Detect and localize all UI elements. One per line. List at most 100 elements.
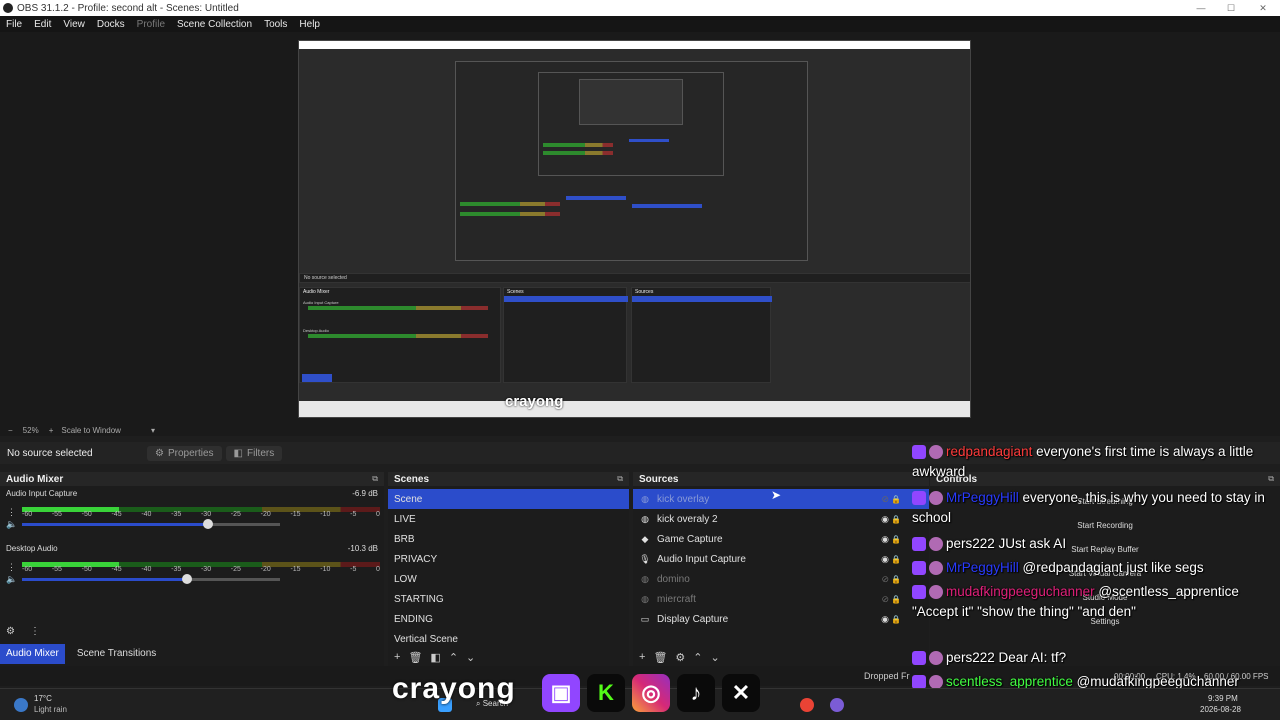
filter-icon: ◧ — [233, 447, 243, 459]
lock-icon[interactable]: 🔒 — [891, 615, 901, 624]
move-up-icon[interactable]: ⌃ — [693, 651, 702, 664]
menu-file[interactable]: File — [0, 19, 28, 30]
source-item[interactable]: ◍ domino ⊘ 🔒 — [633, 569, 929, 589]
brand-text: crayong — [392, 672, 516, 705]
filters-label: Filters — [247, 447, 275, 459]
trash-icon[interactable]: 🗑 — [408, 651, 422, 664]
lock-icon[interactable]: 🔒 — [891, 555, 901, 564]
move-down-icon[interactable]: ⌄ — [711, 651, 720, 664]
chevron-down-icon[interactable]: ▾ — [151, 426, 155, 435]
tab-scene-transitions[interactable]: Scene Transitions — [71, 644, 163, 664]
filter-icon[interactable]: ◧ — [430, 651, 440, 664]
weather-icon[interactable] — [14, 698, 28, 712]
bottom-tabs: Audio Mixer Scene Transitions — [0, 644, 162, 664]
obs-logo-icon — [3, 3, 13, 13]
source-name: kick overlay — [657, 493, 710, 505]
lock-icon[interactable]: 🔒 — [891, 515, 901, 524]
filters-button[interactable]: ◧ Filters — [225, 445, 283, 461]
lock-icon[interactable]: 🔒 — [891, 595, 901, 604]
scale-tick: -15 — [290, 511, 301, 518]
slider-knob[interactable] — [182, 574, 193, 584]
minimize-icon[interactable]: — — [1186, 0, 1216, 16]
twitch-badge-icon — [912, 445, 926, 460]
eye-icon[interactable]: ◉ — [881, 614, 889, 625]
zoom-in-icon[interactable]: + — [49, 426, 54, 435]
trash-icon[interactable]: 🗑 — [653, 651, 667, 664]
nested-preview-deep — [579, 79, 683, 125]
properties-button[interactable]: ⚙ Properties — [147, 445, 222, 461]
eye-hidden-icon[interactable]: ⊘ — [881, 574, 889, 585]
scale-tick: -35 — [171, 566, 182, 573]
scene-item[interactable]: BRB — [388, 529, 629, 549]
chat-username: MrPeggyHill — [946, 490, 1019, 505]
tab-audio-mixer[interactable]: Audio Mixer — [0, 644, 65, 664]
gear-icon[interactable]: ⚙ — [6, 626, 15, 637]
menu-scene-collection[interactable]: Scene Collection — [171, 19, 258, 30]
menu-edit[interactable]: Edit — [28, 19, 57, 30]
nested-no-source: No source selected — [304, 275, 347, 281]
lock-icon[interactable]: 🔒 — [891, 575, 901, 584]
lock-icon[interactable]: 🔒 — [891, 495, 901, 504]
scene-item[interactable]: Vertical Scene — [388, 629, 629, 649]
scene-item[interactable]: PRIVACY — [388, 549, 629, 569]
menu-tools[interactable]: Tools — [258, 19, 293, 30]
add-icon[interactable]: + — [394, 651, 400, 663]
source-name: Audio Input Capture — [657, 553, 746, 565]
slider-knob[interactable] — [202, 519, 213, 529]
menu-profile[interactable]: Profile — [131, 19, 171, 30]
eye-hidden-icon[interactable]: ⊘ — [881, 594, 889, 605]
menu-docks[interactable]: Docks — [91, 19, 131, 30]
menu-view[interactable]: View — [57, 19, 91, 30]
scene-item[interactable]: ENDING — [388, 609, 629, 629]
lock-icon[interactable]: 🔒 — [891, 535, 901, 544]
mic-icon: 🎙 — [639, 553, 651, 564]
preview-canvas[interactable]: No source selected Audio Mixer Audio Inp… — [298, 40, 971, 418]
chat-username: MrPeggyHill — [946, 560, 1019, 575]
gear-icon[interactable]: ⚙ — [675, 651, 685, 664]
close-icon[interactable]: ✕ — [1248, 0, 1278, 16]
chrome-icon[interactable] — [800, 698, 814, 712]
undock-icon[interactable]: ⧉ — [372, 474, 378, 484]
eye-icon[interactable]: ◉ — [881, 514, 889, 525]
source-item[interactable]: 🎙 Audio Input Capture ◉ 🔒 — [633, 549, 929, 569]
scene-item[interactable]: Scene — [388, 489, 629, 509]
scale-tick: -25 — [230, 511, 241, 518]
zoom-out-icon[interactable]: − — [8, 426, 13, 435]
eye-icon[interactable]: ◉ — [881, 534, 889, 545]
source-item[interactable]: ◍ miercraft ⊘ 🔒 — [633, 589, 929, 609]
add-icon[interactable]: + — [639, 651, 645, 663]
eye-hidden-icon[interactable]: ⊘ — [881, 494, 889, 505]
scene-item[interactable]: LIVE — [388, 509, 629, 529]
scene-list: Scene LIVE BRB PRIVACY LOW STARTING ENDI… — [388, 486, 629, 649]
title-bar: OBS 31.1.2 - Profile: second alt - Scene… — [0, 0, 1280, 16]
source-item[interactable]: ◍ kick overaly 2 ◉ 🔒 — [633, 509, 929, 529]
menu-dots-icon[interactable]: ⋮ — [7, 562, 16, 573]
move-up-icon[interactable]: ⌃ — [449, 651, 458, 664]
chat-message: pers222 Dear AI: tf? — [912, 648, 1278, 668]
maximize-icon[interactable]: ☐ — [1216, 0, 1246, 16]
discord-icon[interactable] — [830, 698, 844, 712]
scale-tick: -60 — [22, 566, 33, 573]
slider-track — [187, 578, 280, 581]
scale-tick: -55 — [51, 511, 62, 518]
source-item[interactable]: ◆ Game Capture ◉ 🔒 — [633, 529, 929, 549]
move-down-icon[interactable]: ⌄ — [466, 651, 475, 664]
speaker-icon[interactable]: 🔈 — [6, 574, 17, 585]
volume-slider[interactable] — [22, 574, 280, 584]
channel-db: -10.3 dB — [347, 544, 378, 553]
menu-dots-icon[interactable]: ⋮ — [7, 507, 16, 518]
menu-help[interactable]: Help — [293, 19, 326, 30]
source-item[interactable]: ▭ Display Capture ◉ 🔒 — [633, 609, 929, 629]
scene-item[interactable]: STARTING — [388, 589, 629, 609]
scenes-dock: Scenes ⧉ Scene LIVE BRB PRIVACY LOW STAR… — [388, 472, 629, 666]
undock-icon[interactable]: ⧉ — [617, 474, 623, 484]
scene-item[interactable]: LOW — [388, 569, 629, 589]
speaker-icon[interactable]: 🔈 — [6, 519, 17, 530]
menu-dots-icon[interactable]: ⋮ — [30, 626, 40, 637]
eye-icon[interactable]: ◉ — [881, 554, 889, 565]
chat-text: Dear AI: tf? — [994, 650, 1067, 665]
scale-mode[interactable]: Scale to Window — [61, 426, 121, 435]
mixer-channel-desktop-audio: Desktop Audio -10.3 dB -60 -55 -50 -45 -40 -35… — [0, 544, 384, 596]
volume-slider[interactable] — [22, 519, 280, 529]
chat-text: JUst ask AI — [994, 536, 1067, 551]
